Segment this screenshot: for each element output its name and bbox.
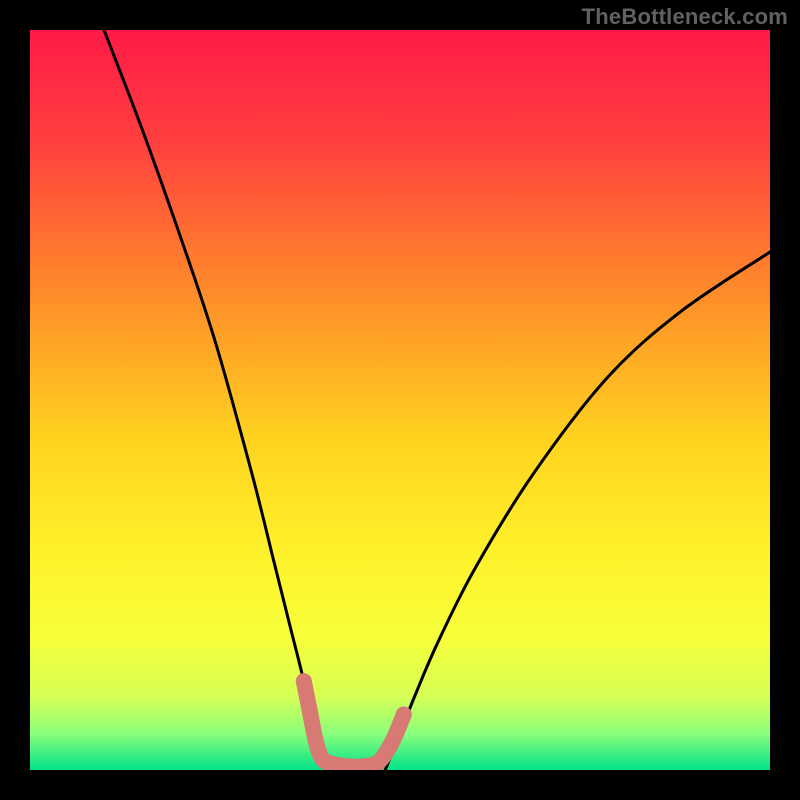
valley-marker-dot: [370, 755, 386, 771]
valley-marker-dot: [381, 740, 397, 756]
plot-gradient: [30, 30, 770, 770]
valley-marker-dot: [388, 725, 404, 741]
valley-marker-dot: [308, 732, 324, 748]
valley-marker-dot: [302, 703, 318, 719]
watermark-text: TheBottleneck.com: [582, 4, 788, 30]
valley-marker-dot: [296, 673, 312, 689]
bottleneck-chart: [0, 0, 800, 800]
valley-marker-dot: [325, 756, 341, 772]
chart-frame: TheBottleneck.com: [0, 0, 800, 800]
valley-marker-dot: [396, 707, 412, 723]
